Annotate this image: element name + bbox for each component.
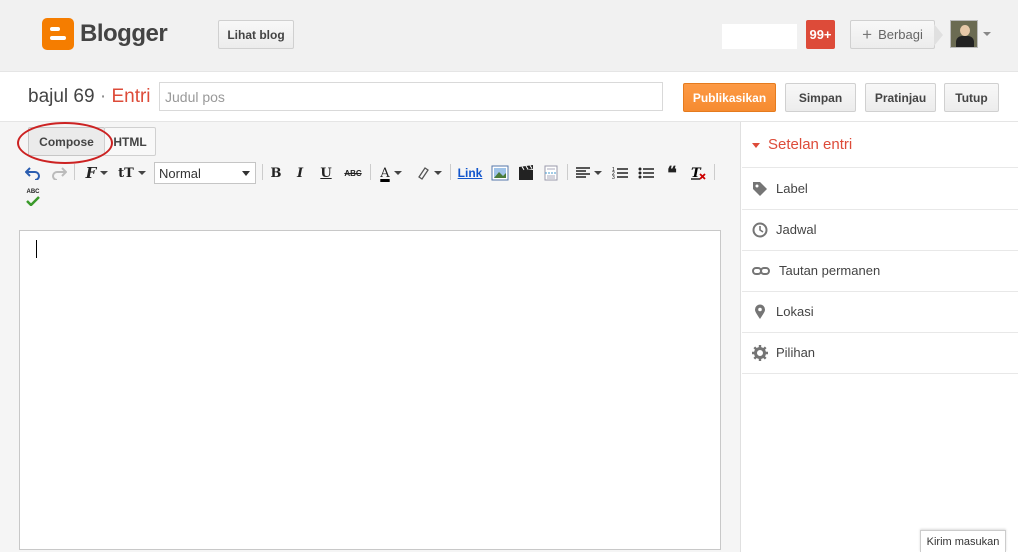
sidebar-item-labels[interactable]: Label <box>742 169 1018 210</box>
plus-icon: + <box>862 24 873 44</box>
blogger-logo-icon <box>42 18 74 50</box>
blog-name[interactable]: bajul 69 <box>28 86 95 107</box>
blank-box <box>722 24 797 49</box>
font-color-icon: A <box>380 165 390 181</box>
feedback-button[interactable]: Kirim masukan <box>920 530 1006 552</box>
remove-formatting-icon[interactable]: T <box>688 162 708 184</box>
insert-video-icon[interactable] <box>516 162 536 184</box>
font-size-icon[interactable]: tT <box>116 162 148 184</box>
insert-image-icon[interactable] <box>490 162 510 184</box>
highlight-color-button[interactable] <box>414 162 444 184</box>
quote-icon[interactable]: ❝ <box>662 162 682 184</box>
numbered-list-icon[interactable]: 123 <box>610 162 630 184</box>
sidebar-item-schedule[interactable]: Jadwal <box>742 210 1018 251</box>
publish-button[interactable]: Publikasikan <box>683 83 776 112</box>
share-button[interactable]: + Berbagi <box>850 20 935 49</box>
close-button[interactable]: Tutup <box>944 83 999 112</box>
post-title-bar: bajul 69 · Entri Publikasikan Simpan Pra… <box>0 72 1018 122</box>
caret-down-icon <box>752 143 760 148</box>
spellcheck-label: ABC <box>26 188 40 195</box>
breadcrumb-separator: · <box>99 86 107 107</box>
view-blog-button[interactable]: Lihat blog <box>218 20 294 49</box>
preview-button[interactable]: Pratinjau <box>865 83 936 112</box>
post-body-editor[interactable] <box>19 230 721 550</box>
post-settings-heading[interactable]: Setelan entri <box>742 122 1018 168</box>
post-title-input[interactable] <box>159 82 663 111</box>
editor-toolbar: F tT Normal B I U ABC A Link 1 2 3 ❝ T A… <box>20 160 720 220</box>
svg-text:3: 3 <box>612 175 615 180</box>
breadcrumb-current: Entri <box>111 86 151 107</box>
bold-button[interactable]: B <box>268 162 284 184</box>
clock-icon <box>752 222 768 238</box>
marker-icon <box>418 167 429 180</box>
font-color-button[interactable]: A <box>376 162 406 184</box>
sidebar-item-label: Jadwal <box>776 222 817 237</box>
map-pin-icon <box>755 304 765 319</box>
sidebar-item-label: Label <box>776 181 808 196</box>
format-select-value: Normal <box>159 165 201 181</box>
tag-icon <box>753 182 767 196</box>
link-button[interactable]: Link <box>457 162 483 184</box>
chevron-down-icon[interactable] <box>983 32 991 36</box>
format-select[interactable]: Normal <box>154 162 256 184</box>
sidebar-item-label: Tautan permanen <box>779 263 881 278</box>
post-settings-title: Setelan entri <box>768 136 853 153</box>
text-cursor <box>36 240 37 258</box>
font-family-icon[interactable]: F <box>82 162 112 184</box>
align-icon[interactable] <box>573 162 605 184</box>
sidebar-item-options[interactable]: Pilihan <box>742 333 1018 374</box>
share-arrow <box>934 24 943 46</box>
notifications-badge[interactable]: 99+ <box>806 20 835 49</box>
italic-button[interactable]: I <box>292 162 308 184</box>
top-bar: Blogger Lihat blog 99+ + Berbagi <box>0 0 1018 72</box>
redo-icon[interactable] <box>50 162 68 184</box>
sidebar-item-permalink[interactable]: Tautan permanen <box>742 251 1018 292</box>
sidebar-item-label: Lokasi <box>776 304 814 319</box>
sidebar-item-location[interactable]: Lokasi <box>742 292 1018 333</box>
link-icon <box>752 267 770 275</box>
jump-break-icon[interactable] <box>541 162 561 184</box>
undo-icon[interactable] <box>24 162 42 184</box>
app-name: Blogger <box>80 20 168 47</box>
sidebar-item-label: Pilihan <box>776 345 816 360</box>
breadcrumb: bajul 69 · Entri <box>28 86 151 108</box>
avatar[interactable] <box>950 20 978 48</box>
post-settings-sidebar: Setelan entri Label Jadwal Tautan perman… <box>742 122 1018 552</box>
blogger-logo[interactable]: Blogger <box>42 18 168 50</box>
check-icon <box>26 195 40 206</box>
chevron-down-icon <box>242 171 250 176</box>
underline-button[interactable]: U <box>318 162 334 184</box>
share-label: Berbagi <box>878 27 923 42</box>
editor-panel: Compose HTML F tT Normal B I U ABC A Lin… <box>0 122 741 552</box>
highlight-circle <box>17 122 113 164</box>
bullet-list-icon[interactable] <box>636 162 656 184</box>
save-button[interactable]: Simpan <box>785 83 856 112</box>
spellcheck-button[interactable]: ABC <box>24 186 42 208</box>
gear-icon <box>752 345 768 361</box>
strikethrough-button[interactable]: ABC <box>342 162 364 184</box>
